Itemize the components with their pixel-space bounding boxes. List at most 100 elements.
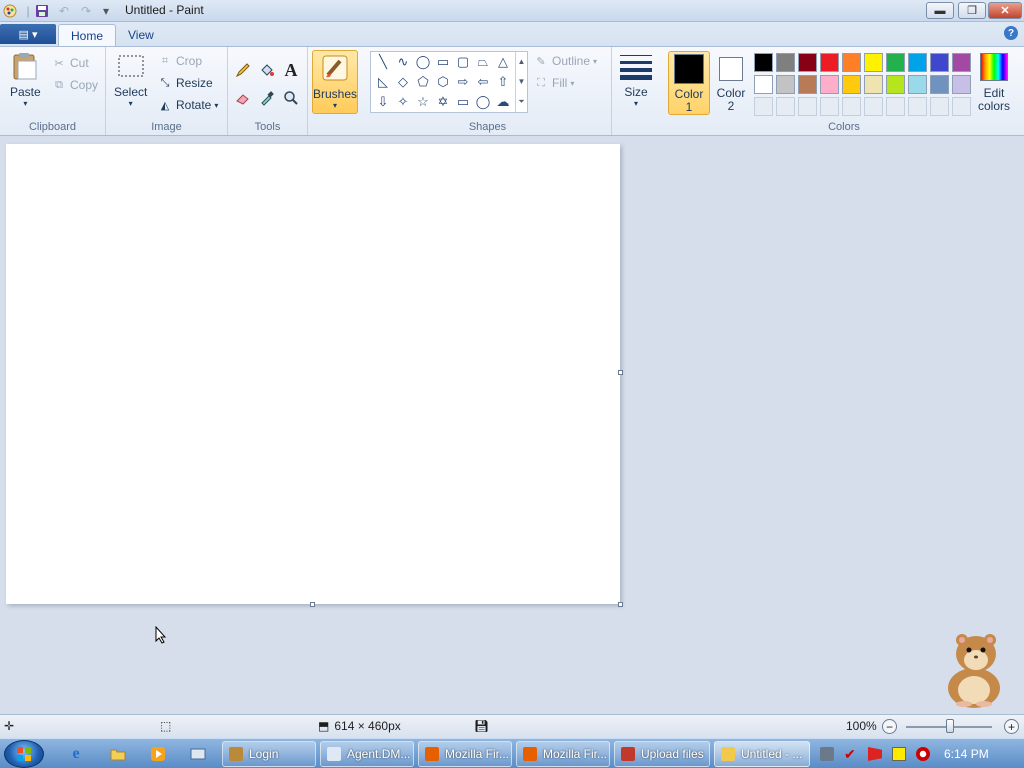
- palette-swatch[interactable]: [886, 53, 905, 72]
- tray-flag-icon[interactable]: [868, 747, 882, 761]
- palette-swatch[interactable]: [952, 53, 971, 72]
- help-icon[interactable]: ?: [1004, 26, 1018, 40]
- diamond-shape-icon[interactable]: ◇: [393, 72, 413, 92]
- copy-button[interactable]: ⧉ Copy: [52, 75, 98, 95]
- palette-swatch[interactable]: [798, 53, 817, 72]
- right-arrow-shape-icon[interactable]: ⇨: [453, 72, 473, 92]
- taskbar-item[interactable]: Mozilla Fir...: [418, 741, 512, 767]
- palette-swatch[interactable]: [776, 53, 795, 72]
- fill-button[interactable]: ⛶ Fill ▾: [534, 73, 574, 93]
- paint-app-icon[interactable]: [2, 3, 18, 19]
- custom-color-slot[interactable]: [842, 97, 861, 116]
- palette-swatch[interactable]: [776, 75, 795, 94]
- minimize-button[interactable]: ▬: [926, 2, 954, 19]
- media-player-icon[interactable]: [148, 744, 168, 764]
- cut-button[interactable]: ✂ Cut: [52, 53, 88, 73]
- rectangular-callout-shape-icon[interactable]: ▭: [453, 92, 473, 112]
- palette-swatch[interactable]: [864, 53, 883, 72]
- zoom-out-button[interactable]: −: [882, 719, 897, 734]
- color-1-button[interactable]: Color 1: [668, 51, 710, 115]
- custom-color-slot[interactable]: [754, 97, 773, 116]
- palette-swatch[interactable]: [820, 53, 839, 72]
- left-arrow-shape-icon[interactable]: ⇦: [473, 72, 493, 92]
- tray-speaker-icon[interactable]: [916, 747, 930, 761]
- line-shape-icon[interactable]: ╲: [373, 52, 393, 72]
- custom-color-slot[interactable]: [864, 97, 883, 116]
- custom-color-slot[interactable]: [908, 97, 927, 116]
- curve-shape-icon[interactable]: ∿: [393, 52, 413, 72]
- rounded-rectangle-shape-icon[interactable]: ▢: [453, 52, 473, 72]
- palette-swatch[interactable]: [842, 75, 861, 94]
- paste-button[interactable]: Paste ▾: [10, 51, 41, 108]
- taskbar-item[interactable]: Mozilla Fir...: [516, 741, 610, 767]
- palette-swatch[interactable]: [930, 75, 949, 94]
- folder-icon[interactable]: [108, 744, 128, 764]
- taskbar-item[interactable]: Login: [222, 741, 316, 767]
- restore-button[interactable]: ❐: [958, 2, 986, 19]
- palette-swatch[interactable]: [754, 75, 773, 94]
- four-point-star-shape-icon[interactable]: ✧: [393, 92, 413, 112]
- pentagon-shape-icon[interactable]: ⬠: [413, 72, 433, 92]
- tab-view[interactable]: View: [116, 24, 166, 46]
- magnifier-icon[interactable]: [280, 87, 302, 109]
- palette-swatch[interactable]: [908, 53, 927, 72]
- taskbar-item[interactable]: Untitled - ...: [714, 741, 810, 767]
- size-button[interactable]: Size ▾: [618, 51, 654, 108]
- hexagon-shape-icon[interactable]: ⬡: [433, 72, 453, 92]
- polygon-shape-icon[interactable]: ⏢: [473, 52, 493, 72]
- palette-swatch[interactable]: [754, 53, 773, 72]
- down-arrow-shape-icon[interactable]: ⇩: [373, 92, 393, 112]
- resize-button[interactable]: ⤡ Resize: [158, 73, 213, 93]
- custom-color-slot[interactable]: [820, 97, 839, 116]
- eraser-icon[interactable]: [232, 87, 254, 109]
- palette-swatch[interactable]: [930, 53, 949, 72]
- palette-swatch[interactable]: [798, 75, 817, 94]
- cloud-callout-shape-icon[interactable]: ☁: [493, 92, 513, 112]
- crop-button[interactable]: ⌗ Crop: [158, 51, 202, 71]
- right-triangle-shape-icon[interactable]: ◺: [373, 72, 393, 92]
- select-button[interactable]: Select ▾: [114, 51, 147, 108]
- outline-button[interactable]: ✎ Outline ▾: [534, 51, 597, 71]
- palette-swatch[interactable]: [820, 75, 839, 94]
- tray-note-icon[interactable]: [892, 747, 906, 761]
- six-point-star-shape-icon[interactable]: ✡: [433, 92, 453, 112]
- palette-swatch[interactable]: [908, 75, 927, 94]
- tab-home[interactable]: Home: [58, 24, 117, 46]
- customize-quick-access-icon[interactable]: ▾: [98, 3, 114, 19]
- zoom-slider-thumb[interactable]: [946, 719, 954, 733]
- custom-color-slot[interactable]: [886, 97, 905, 116]
- canvas-resize-handle-right[interactable]: [618, 370, 623, 375]
- edit-colors-button[interactable]: Edit colors: [972, 51, 1016, 115]
- custom-color-slot[interactable]: [952, 97, 971, 116]
- text-tool-icon[interactable]: A: [280, 59, 302, 81]
- palette-swatch[interactable]: [952, 75, 971, 94]
- custom-color-slot[interactable]: [930, 97, 949, 116]
- fill-bucket-icon[interactable]: [256, 59, 278, 81]
- custom-color-slot[interactable]: [776, 97, 795, 116]
- canvas-resize-handle-bottom[interactable]: [310, 602, 315, 607]
- show-desktop-icon[interactable]: [188, 744, 208, 764]
- scroll-up-icon[interactable]: ▲: [518, 57, 526, 66]
- oval-callout-shape-icon[interactable]: ◯: [473, 92, 493, 112]
- undo-icon[interactable]: ↶: [56, 3, 72, 19]
- tray-network-icon[interactable]: [820, 747, 834, 761]
- color-picker-icon[interactable]: [256, 87, 278, 109]
- oval-shape-icon[interactable]: ◯: [413, 52, 433, 72]
- palette-swatch[interactable]: [886, 75, 905, 94]
- rectangle-shape-icon[interactable]: ▭: [433, 52, 453, 72]
- brushes-button[interactable]: Brushes ▾: [312, 50, 358, 114]
- custom-color-slot[interactable]: [798, 97, 817, 116]
- redo-icon[interactable]: ↷: [78, 3, 94, 19]
- scroll-down-icon[interactable]: ▼: [518, 77, 526, 86]
- zoom-in-button[interactable]: +: [1004, 719, 1019, 734]
- shapes-gallery-scroll[interactable]: ▲ ▼ ⏷: [515, 52, 527, 112]
- taskbar-item[interactable]: Agent.DM...: [320, 741, 414, 767]
- up-arrow-shape-icon[interactable]: ⇧: [493, 72, 513, 92]
- taskbar-item[interactable]: Upload files: [614, 741, 710, 767]
- drawing-canvas[interactable]: [6, 144, 620, 604]
- canvas-resize-handle-corner[interactable]: [618, 602, 623, 607]
- gallery-more-icon[interactable]: ⏷: [518, 97, 524, 106]
- five-point-star-shape-icon[interactable]: ☆: [413, 92, 433, 112]
- close-button[interactable]: ✕: [988, 2, 1022, 19]
- paint-menu-button[interactable]: ▤ ▾: [0, 24, 56, 44]
